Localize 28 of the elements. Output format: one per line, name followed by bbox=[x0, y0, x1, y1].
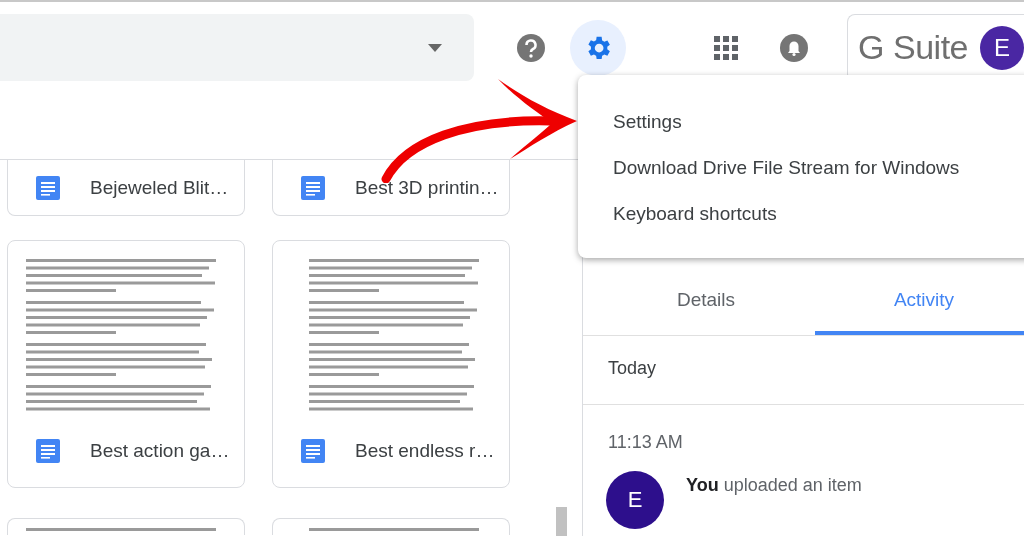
document-icon bbox=[301, 176, 325, 200]
date-heading: Today bbox=[583, 336, 1024, 405]
search-field[interactable] bbox=[0, 14, 475, 81]
scrollbar-thumb[interactable] bbox=[556, 507, 567, 536]
user-avatar: E bbox=[606, 471, 664, 529]
file-card[interactable]: Best endless r… bbox=[272, 240, 510, 488]
file-name: Best action ga… bbox=[90, 440, 230, 462]
menu-item[interactable]: Download Drive File Stream for Windows bbox=[578, 145, 1024, 191]
document-icon bbox=[36, 176, 60, 200]
file-name: Best 3D printin… bbox=[355, 177, 499, 199]
panel-tab[interactable]: Activity bbox=[815, 265, 1024, 335]
activity-time: 11:13 AM bbox=[607, 431, 684, 453]
account-avatar[interactable]: E bbox=[980, 25, 1024, 70]
document-icon bbox=[36, 439, 60, 463]
help-icon[interactable] bbox=[516, 32, 547, 63]
brand-name: G Suite bbox=[858, 28, 968, 67]
file-card[interactable]: Best 3D printin… bbox=[272, 160, 510, 216]
notifications-bell-icon[interactable] bbox=[779, 32, 810, 63]
dropdown-caret-icon[interactable] bbox=[428, 43, 443, 52]
menu-item[interactable]: Keyboard shortcuts bbox=[578, 191, 1024, 237]
panel-tab[interactable]: Details bbox=[597, 265, 815, 335]
file-name: Bejeweled Blit… bbox=[90, 177, 229, 199]
document-icon bbox=[301, 439, 325, 463]
file-card[interactable]: Bejeweled Blit… bbox=[7, 160, 245, 216]
file-name: Best endless r… bbox=[355, 440, 495, 462]
file-card[interactable]: Best action ga… bbox=[7, 240, 245, 488]
menu-item[interactable]: Settings bbox=[578, 99, 1024, 145]
activity-text: You uploaded an item bbox=[686, 474, 862, 496]
